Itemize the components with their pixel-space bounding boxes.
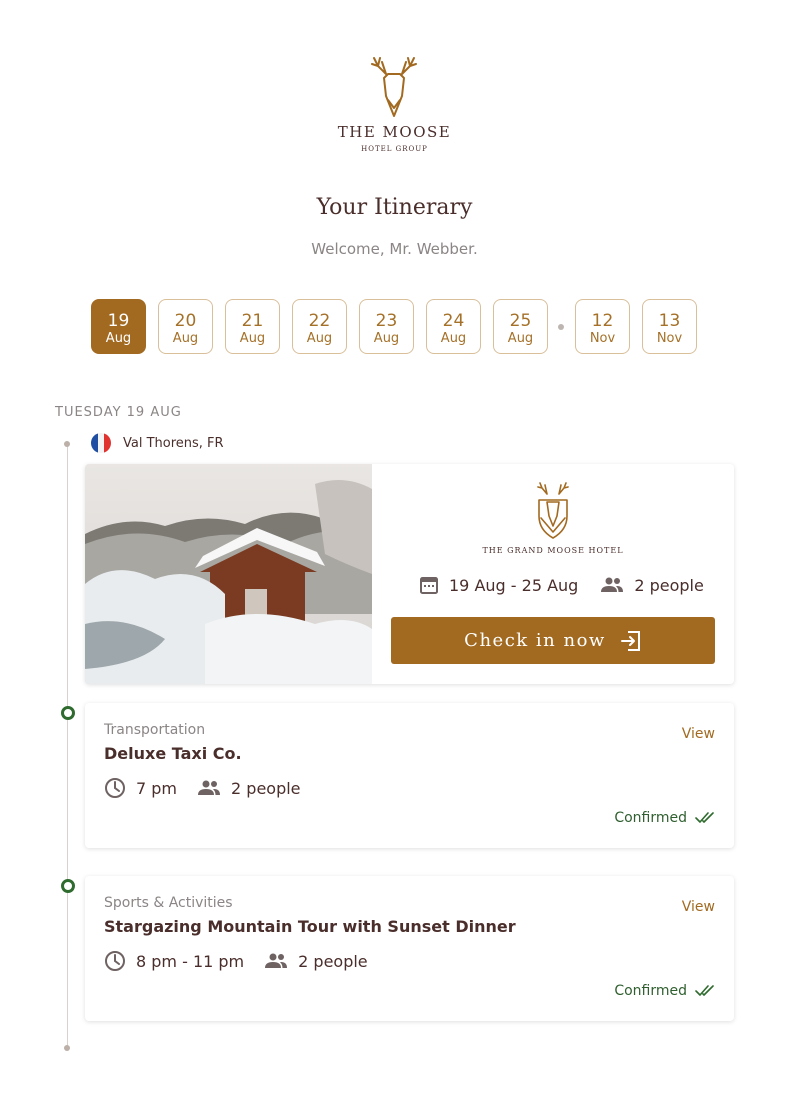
date-gap-dot — [558, 324, 564, 330]
location: Val Thorens, FR — [91, 433, 224, 453]
location-label: Val Thorens, FR — [123, 435, 224, 451]
date-day: 19 — [107, 311, 130, 331]
date-chip-13-nov[interactable]: 13 Nov — [642, 299, 697, 354]
grand-moose-logo-icon — [537, 482, 569, 539]
date-month: Aug — [306, 331, 333, 346]
hotel-name: THE GRAND MOOSE HOTEL — [482, 546, 624, 555]
page-title: Your Itinerary — [316, 195, 473, 220]
date-month: Nov — [656, 331, 683, 346]
date-chip-22-aug[interactable]: 22 Aug — [292, 299, 347, 354]
brand-subtitle: HOTEL GROUP — [361, 145, 428, 153]
itinerary-item-card: Transportation Deluxe Taxi Co. View 7 pm… — [85, 703, 734, 848]
date-month: Aug — [373, 331, 400, 346]
date-day: 22 — [308, 311, 331, 331]
date-chip-25-aug[interactable]: 25 Aug — [493, 299, 548, 354]
check-in-arrow-icon — [620, 630, 640, 651]
brand-name: THE MOOSE — [337, 123, 452, 141]
item-meta: 7 pm 2 people — [104, 777, 321, 799]
hotel-dates: 19 Aug - 25 Aug — [449, 575, 579, 595]
date-chip-23-aug[interactable]: 23 Aug — [359, 299, 414, 354]
item-title: Stargazing Mountain Tour with Sunset Din… — [104, 917, 516, 936]
status-badge: Confirmed — [614, 983, 715, 999]
date-month: Aug — [440, 331, 467, 346]
item-meta: 8 pm - 11 pm 2 people — [104, 950, 388, 972]
calendar-icon — [420, 577, 438, 594]
hotel-meta: 19 Aug - 25 Aug 2 people — [419, 575, 704, 595]
view-link[interactable]: View — [682, 726, 715, 742]
date-day: 20 — [174, 311, 197, 331]
check-in-button[interactable]: Check in now — [391, 617, 715, 664]
date-chip-21-aug[interactable]: 21 Aug — [225, 299, 280, 354]
hotel-people: 2 people — [634, 575, 704, 595]
status-label: Confirmed — [614, 983, 687, 999]
hotel-card: THE GRAND MOOSE HOTEL 19 Aug - 25 Aug 2 … — [85, 464, 734, 684]
moose-logo-icon — [371, 57, 417, 117]
day-heading: TUESDAY 19 AUG — [55, 405, 182, 420]
date-chip-20-aug[interactable]: 20 Aug — [158, 299, 213, 354]
date-month: Aug — [507, 331, 534, 346]
view-link[interactable]: View — [682, 899, 715, 915]
clock-icon — [105, 778, 125, 798]
date-month: Aug — [172, 331, 199, 346]
welcome-message: Welcome, Mr. Webber. — [311, 240, 478, 258]
timeline-marker — [61, 706, 75, 720]
people-icon — [265, 953, 288, 968]
date-day: 12 — [591, 311, 614, 331]
item-title: Deluxe Taxi Co. — [104, 744, 242, 763]
date-chip-19-aug[interactable]: 19 Aug — [91, 299, 146, 354]
item-people: 2 people — [231, 778, 301, 798]
people-icon — [198, 780, 221, 795]
date-day: 25 — [509, 311, 532, 331]
date-chip-24-aug[interactable]: 24 Aug — [426, 299, 481, 354]
check-in-label: Check in now — [464, 630, 606, 651]
date-day: 23 — [375, 311, 398, 331]
date-day: 21 — [241, 311, 264, 331]
date-month: Aug — [105, 331, 132, 346]
timeline-dot — [64, 1045, 70, 1051]
status-label: Confirmed — [614, 810, 687, 826]
itinerary-item-card: Sports & Activities Stargazing Mountain … — [85, 876, 734, 1021]
date-chip-12-nov[interactable]: 12 Nov — [575, 299, 630, 354]
clock-icon — [105, 951, 125, 971]
item-people: 2 people — [298, 951, 368, 971]
double-check-icon — [695, 812, 714, 823]
status-badge: Confirmed — [614, 810, 715, 826]
france-flag-icon — [91, 433, 111, 453]
date-day: 13 — [658, 311, 681, 331]
item-category: Transportation — [104, 722, 206, 738]
timeline-marker — [61, 879, 75, 893]
timeline-line — [67, 442, 68, 1050]
timeline-dot — [64, 441, 70, 447]
people-icon — [601, 577, 624, 592]
item-time: 8 pm - 11 pm — [136, 951, 245, 971]
date-day: 24 — [442, 311, 465, 331]
item-time: 7 pm — [136, 778, 178, 798]
item-category: Sports & Activities — [104, 895, 233, 911]
double-check-icon — [695, 985, 714, 996]
date-month: Nov — [589, 331, 616, 346]
snowy-cabin-image — [85, 464, 372, 684]
date-month: Aug — [239, 331, 266, 346]
